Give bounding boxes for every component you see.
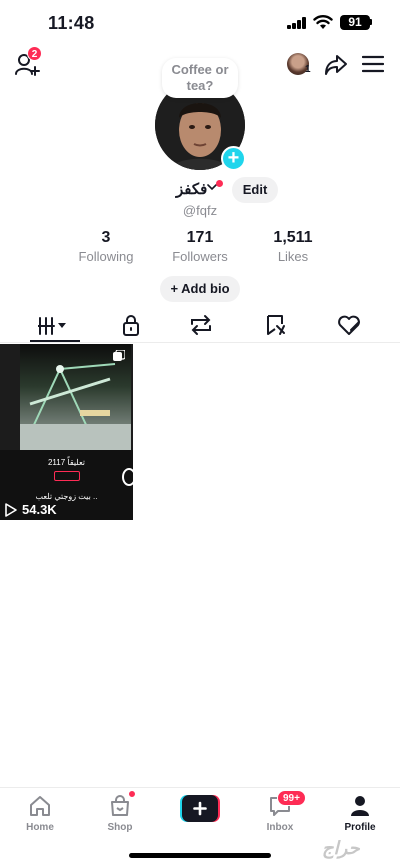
status-bar: 11:48 91 xyxy=(0,0,400,46)
username-handle: @fqfz xyxy=(182,203,218,218)
battery-level: 91 xyxy=(340,15,370,30)
home-indicator xyxy=(129,853,271,858)
favorites-icon[interactable] xyxy=(262,312,292,338)
nav-inbox-label: Inbox xyxy=(266,822,294,833)
battery-tip xyxy=(370,19,372,25)
profile-person-icon xyxy=(351,796,369,816)
add-friend-badge: 2 xyxy=(27,46,42,61)
play-icon xyxy=(5,503,17,517)
cellular-signal-icon xyxy=(287,17,307,29)
video-caption-bottom: بيت زوجتي تلعب .. xyxy=(35,492,98,501)
shop-notification-dot xyxy=(128,790,136,798)
account-count: 1 xyxy=(305,64,311,75)
edit-profile-button[interactable]: Edit xyxy=(232,177,278,203)
video-views: 54.3K xyxy=(22,502,57,517)
watermark-logo: حراج xyxy=(322,838,360,858)
nav-shop-label: Shop xyxy=(107,822,133,833)
stat-followers[interactable]: 171 Followers xyxy=(170,229,230,264)
display-name: فكفز xyxy=(176,181,208,198)
multi-video-icon xyxy=(113,350,125,361)
liked-icon[interactable] xyxy=(334,312,364,338)
nav-home[interactable]: Home xyxy=(10,794,70,833)
home-icon xyxy=(30,796,50,816)
nav-home-label: Home xyxy=(26,822,54,833)
share-icon[interactable] xyxy=(324,54,348,76)
stat-label: Following xyxy=(78,249,134,264)
stat-value: 3 xyxy=(101,229,111,246)
nav-profile-label: Profile xyxy=(344,822,376,833)
inbox-badge: 99+ xyxy=(277,790,306,806)
status-time: 11:48 xyxy=(48,13,95,33)
repost-icon[interactable] xyxy=(186,312,216,338)
stat-value: 171 xyxy=(186,229,214,246)
shop-bag-icon xyxy=(111,795,129,816)
notification-dot xyxy=(216,180,223,187)
add-bio-button[interactable]: + Add bio xyxy=(160,276,240,302)
nav-shop[interactable]: Shop xyxy=(90,794,150,833)
note-bubble[interactable]: Coffee or tea? xyxy=(162,58,238,98)
stat-likes[interactable]: 1,511 Likes xyxy=(268,229,318,264)
stat-label: Followers xyxy=(172,249,228,264)
menu-icon[interactable] xyxy=(362,55,384,73)
video-logo-mark xyxy=(122,468,136,486)
videos-tab-icon[interactable] xyxy=(38,312,70,338)
stat-value: 1,511 xyxy=(273,229,313,246)
wifi-icon xyxy=(313,15,333,29)
video-tag-box xyxy=(54,471,80,481)
lock-icon[interactable] xyxy=(116,312,146,338)
add-story-button[interactable]: + xyxy=(221,146,246,171)
stat-following[interactable]: 3 Following xyxy=(78,229,134,264)
create-post-button[interactable] xyxy=(180,795,220,822)
stat-label: Likes xyxy=(277,249,309,264)
nav-profile[interactable]: Profile xyxy=(330,794,390,833)
video-caption-top: 2117 تعليقاً xyxy=(47,458,86,467)
tabs-divider xyxy=(0,342,400,343)
